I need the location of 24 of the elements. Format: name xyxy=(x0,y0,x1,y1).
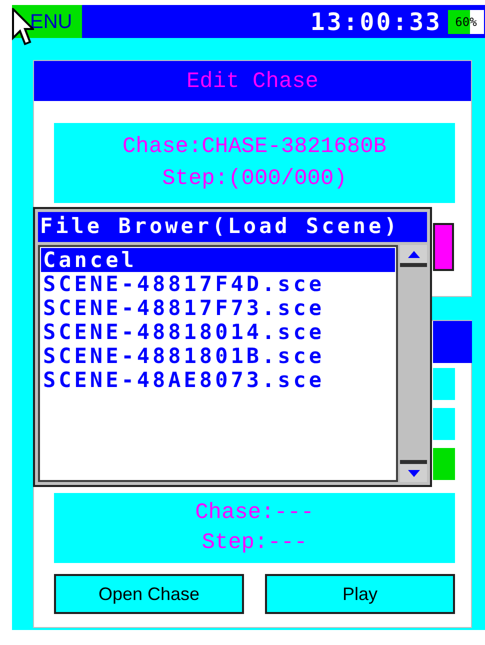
clock-time: 13:00:33 xyxy=(310,6,442,38)
file-list-item[interactable]: SCENE-48AE8073.sce xyxy=(41,368,395,392)
file-list-item[interactable]: SCENE-48817F4D.sce xyxy=(41,272,395,296)
file-list-item[interactable]: SCENE-48817F73.sce xyxy=(41,296,395,320)
action-button[interactable]: Play xyxy=(265,574,455,614)
down-arrow-icon xyxy=(408,470,420,476)
scroll-down-button[interactable] xyxy=(400,460,427,482)
dialog-title: File Brower(Load Scene) xyxy=(38,212,427,242)
step-count: Step:(000/000) xyxy=(162,165,347,193)
panel-header xyxy=(433,321,472,363)
scrollbar[interactable] xyxy=(400,245,427,482)
scroll-up-button[interactable] xyxy=(400,245,427,267)
button[interactable] xyxy=(433,223,454,271)
step-count: Step:--- xyxy=(202,529,308,557)
up-arrow-icon xyxy=(408,250,420,258)
file-list-item[interactable]: Cancel xyxy=(41,248,395,272)
file-list-item[interactable]: SCENE-48818014.sce xyxy=(41,320,395,344)
panel-title: Edit Chase xyxy=(34,61,471,101)
action-button[interactable]: Open Chase xyxy=(54,574,244,614)
field[interactable] xyxy=(433,408,455,440)
chase-name: Chase:--- xyxy=(195,499,314,527)
chase-name: Chase:CHASE-3821680B xyxy=(122,133,387,161)
field[interactable] xyxy=(433,368,455,400)
file-list-item[interactable]: SCENE-4881801B.sce xyxy=(41,344,395,368)
